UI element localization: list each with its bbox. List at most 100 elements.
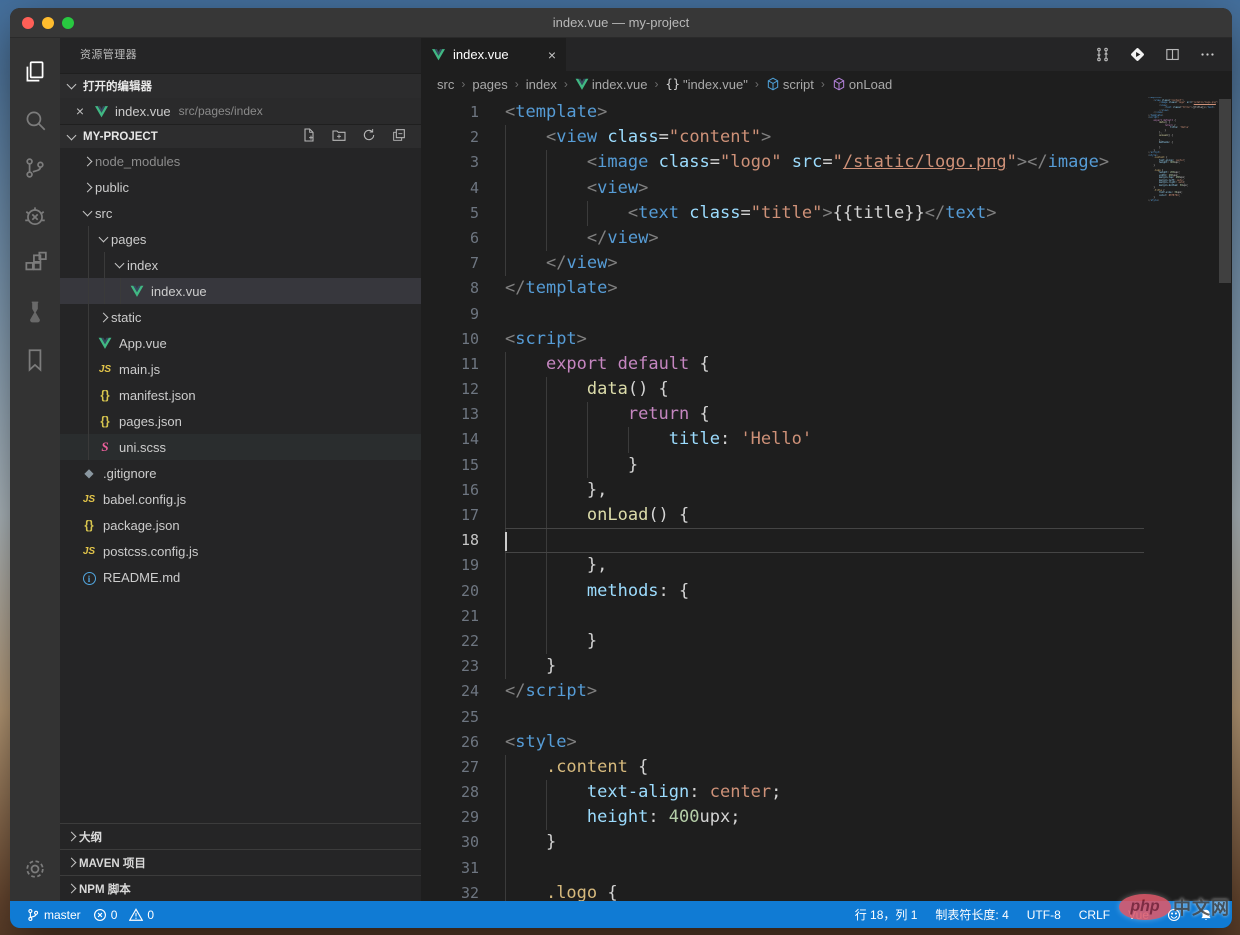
tree-item-readme-md[interactable]: i README.md: [60, 564, 421, 590]
code-line-15[interactable]: 15 }: [421, 452, 1144, 478]
tab-index-vue[interactable]: index.vue ×: [421, 38, 567, 71]
activity-settings-gear-icon[interactable]: [10, 845, 60, 893]
code-line-5[interactable]: 5 <text class="title">{{title}}</text>: [421, 200, 1144, 226]
crumb-index[interactable]: index: [526, 77, 557, 92]
crumb-onload[interactable]: onLoad: [832, 77, 892, 92]
status-eol[interactable]: CRLF: [1070, 908, 1119, 922]
activity-source-control-icon[interactable]: [10, 144, 60, 192]
open-editor-item-index-vue[interactable]: × index.vue src/pages/index: [60, 98, 421, 124]
panel-maven-项目[interactable]: MAVEN 项目: [60, 849, 421, 875]
window-titlebar[interactable]: index.vue — my-project: [10, 8, 1232, 38]
code-line-19[interactable]: 19 },: [421, 553, 1144, 579]
code-line-16[interactable]: 16 },: [421, 477, 1144, 503]
code-line-18[interactable]: 18: [421, 528, 1144, 554]
status-cursor-position[interactable]: 行 18，列 1: [846, 906, 927, 923]
activity-bookmarks-icon[interactable]: [10, 336, 60, 384]
zoom-window-button[interactable]: [62, 16, 74, 29]
split-editor-icon[interactable]: [1164, 46, 1181, 63]
code-line-26[interactable]: 26 <style>: [421, 730, 1144, 755]
code-line-23[interactable]: 23 }: [421, 654, 1144, 680]
code-line-30[interactable]: 30 }: [421, 830, 1144, 856]
status-feedback-smiley[interactable]: [1158, 908, 1190, 922]
code-line-25[interactable]: 25: [421, 705, 1144, 730]
activity-debug-icon[interactable]: [10, 192, 60, 240]
panel-npm-脚本[interactable]: NPM 脚本: [60, 875, 421, 901]
status-problems-warnings[interactable]: 0: [123, 901, 160, 928]
code-line-27[interactable]: 27 .content {: [421, 754, 1144, 781]
code-line-11[interactable]: 11 export default {: [421, 351, 1144, 378]
crumb-script[interactable]: script: [766, 77, 814, 92]
tree-item--gitignore[interactable]: ◆ .gitignore: [60, 460, 421, 486]
tree-item-uni-scss[interactable]: Suni.scss: [60, 434, 421, 460]
status-indentation[interactable]: 制表符长度: 4: [926, 906, 1017, 923]
code-line-2[interactable]: 2 <view class="content">: [421, 125, 1144, 151]
code-line-20[interactable]: 20 methods: {: [421, 578, 1144, 604]
project-header[interactable]: MY-PROJECT: [60, 124, 421, 148]
tree-item-main-js[interactable]: JS main.js: [60, 356, 421, 382]
code-editor[interactable]: 1 <template> 2 <view class="content"> 3 <im…: [421, 97, 1232, 901]
code-line-14[interactable]: 14 title: 'Hello': [421, 427, 1144, 453]
code-line-10[interactable]: 10 <script>: [421, 327, 1144, 352]
tree-item-babel-config-js[interactable]: JS babel.config.js: [60, 486, 421, 512]
tree-item-package-json[interactable]: {} package.json: [60, 512, 421, 538]
code-line-24[interactable]: 24 </script>: [421, 679, 1144, 704]
vertical-scrollbar[interactable]: [1218, 97, 1232, 901]
more-actions-icon[interactable]: [1199, 46, 1216, 63]
code-line-22[interactable]: 22 }: [421, 628, 1144, 655]
crumb-index-vue[interactable]: index.vue: [575, 77, 648, 92]
tree-item-postcss-config-js[interactable]: JS postcss.config.js: [60, 538, 421, 564]
minimize-window-button[interactable]: [42, 16, 54, 29]
code-line-4[interactable]: 4 <view>: [421, 175, 1144, 201]
open-editors-header[interactable]: 打开的编辑器: [60, 74, 421, 98]
activity-extensions-icon[interactable]: [10, 240, 60, 288]
crumb--index-vue-[interactable]: {} "index.vue": [666, 77, 748, 92]
tree-item-node-modules[interactable]: node_modules: [60, 148, 421, 174]
panel-大纲[interactable]: 大纲: [60, 823, 421, 849]
tree-item-src[interactable]: src: [60, 200, 421, 226]
code-line-6[interactable]: 6 </view>: [421, 225, 1144, 252]
code-line-21[interactable]: 21: [421, 603, 1144, 629]
status-notifications-bell[interactable]: [1190, 908, 1222, 922]
collapse-all-icon[interactable]: [391, 127, 407, 146]
code-line-7[interactable]: 7 </view>: [421, 251, 1144, 277]
activity-test-beaker-icon[interactable]: [10, 288, 60, 336]
activity-search-icon[interactable]: [10, 96, 60, 144]
run-code-icon[interactable]: [1129, 46, 1146, 63]
tree-item-public[interactable]: public: [60, 174, 421, 200]
status-git-branch[interactable]: master: [20, 901, 87, 928]
activity-explorer-icon[interactable]: [10, 48, 60, 96]
crumb-src[interactable]: src: [437, 77, 454, 92]
tree-item-pages[interactable]: pages: [60, 226, 421, 252]
minimap[interactable]: <template> <view class="content"> <image…: [1148, 97, 1218, 901]
crumb-pages[interactable]: pages: [472, 77, 507, 92]
code-line-29[interactable]: 29 height: 400upx;: [421, 805, 1144, 831]
code-line-3[interactable]: 3 <image class="logo" src="/static/logo.…: [421, 150, 1144, 176]
tree-item-index[interactable]: index: [60, 252, 421, 278]
tree-item-pages-json[interactable]: {} pages.json: [60, 408, 421, 434]
close-editor-icon[interactable]: ×: [72, 103, 88, 119]
code-line-13[interactable]: 13 return {: [421, 402, 1144, 428]
status-language-mode[interactable]: Vue: [1119, 908, 1158, 922]
code-line-32[interactable]: 32 .logo {: [421, 880, 1144, 901]
open-changes-icon[interactable]: [1094, 46, 1111, 63]
tree-item-app-vue[interactable]: App.vue: [60, 330, 421, 356]
code-line-8[interactable]: 8 </template>: [421, 276, 1144, 301]
close-tab-icon[interactable]: ×: [548, 47, 556, 63]
status-problems-errors[interactable]: 0: [87, 901, 124, 928]
status-encoding[interactable]: UTF-8: [1018, 908, 1070, 922]
code-line-28[interactable]: 28 text-align: center;: [421, 780, 1144, 806]
code-line-1[interactable]: 1 <template>: [421, 100, 1144, 125]
tree-item-static[interactable]: static: [60, 304, 421, 330]
line-number: 28: [460, 783, 479, 802]
new-folder-icon[interactable]: [331, 127, 347, 146]
code-line-9[interactable]: 9: [421, 302, 1144, 327]
tree-item-manifest-json[interactable]: {} manifest.json: [60, 382, 421, 408]
tree-item-index-vue[interactable]: index.vue: [60, 278, 421, 304]
close-window-button[interactable]: [22, 16, 34, 29]
new-file-icon[interactable]: [301, 127, 317, 146]
code-line-12[interactable]: 12 data() {: [421, 377, 1144, 403]
code-line-31[interactable]: 31: [421, 855, 1144, 881]
code-line-17[interactable]: 17 onLoad() {: [421, 503, 1144, 529]
scrollbar-thumb[interactable]: [1219, 99, 1231, 283]
refresh-icon[interactable]: [361, 127, 377, 146]
